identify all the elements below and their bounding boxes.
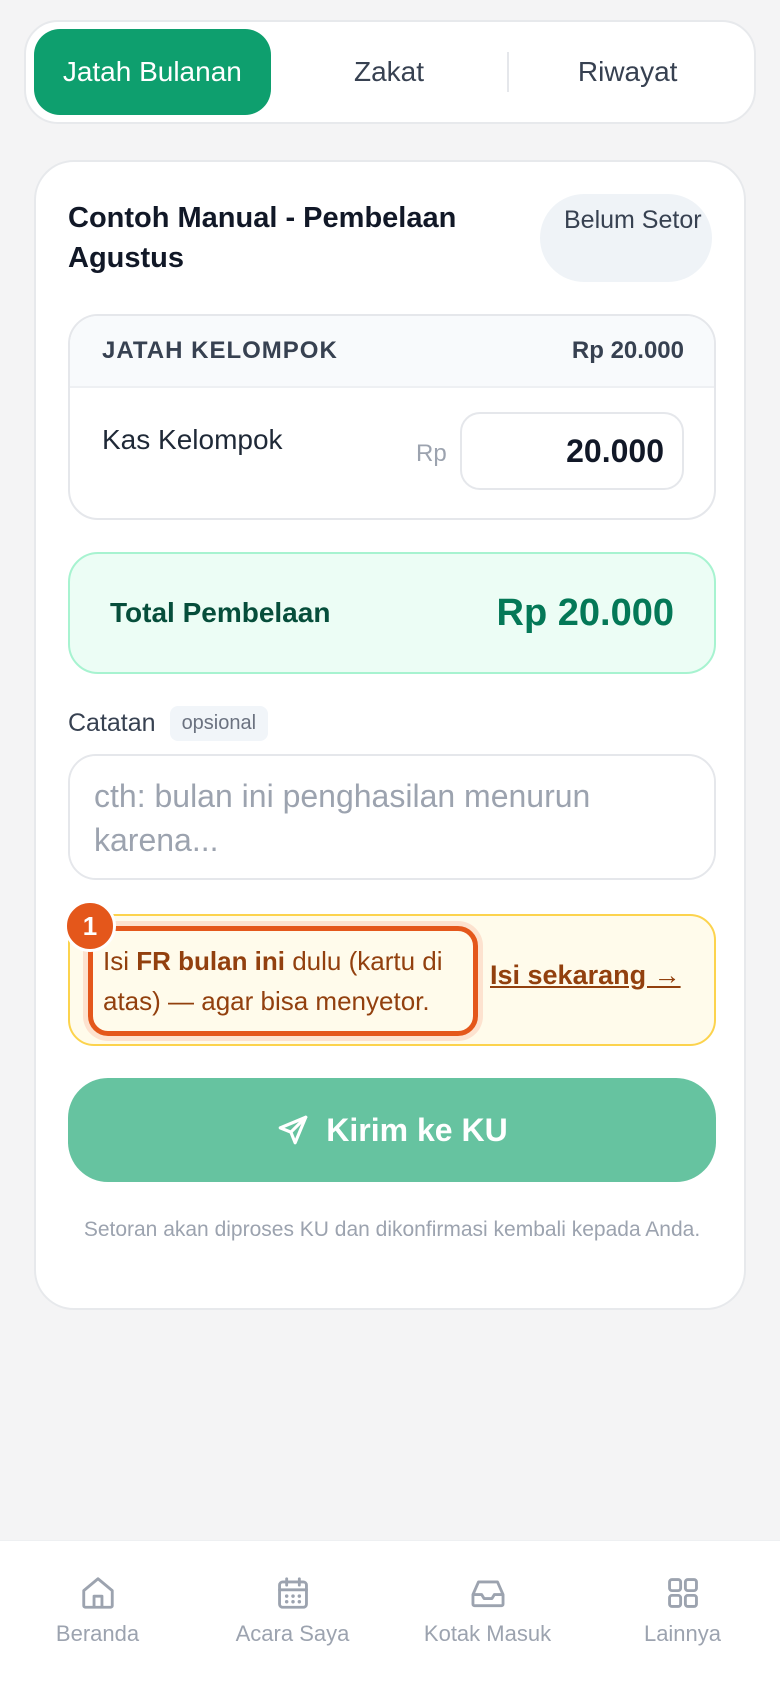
submit-button[interactable]: Kirim ke KU bbox=[68, 1078, 716, 1182]
home-icon bbox=[79, 1571, 117, 1615]
status-badge: Belum Setor bbox=[540, 194, 712, 282]
tab-bar: Jatah Bulanan Zakat Riwayat bbox=[24, 20, 756, 124]
bottom-nav: Beranda Acara Saya Kotak Masuk Lainnya bbox=[0, 1540, 780, 1688]
group-allocation-box: JATAH KELOMPOK Rp 20.000 Kas Kelompok Rp bbox=[68, 314, 716, 520]
send-icon bbox=[276, 1113, 310, 1147]
group-header-title: JATAH KELOMPOK bbox=[102, 337, 338, 364]
tab-zakat[interactable]: Zakat bbox=[271, 29, 508, 115]
footnote: Setoran akan diproses KU dan dikonfirmas… bbox=[83, 1218, 701, 1241]
nav-acara-saya[interactable]: Acara Saya bbox=[195, 1541, 390, 1688]
submit-label: Kirim ke KU bbox=[326, 1111, 508, 1148]
tab-riwayat[interactable]: Riwayat bbox=[509, 29, 746, 115]
warning-text-before: Isi bbox=[103, 946, 137, 976]
optional-tag: opsional bbox=[169, 706, 269, 741]
step-number-badge: 1 bbox=[64, 900, 116, 952]
group-header: JATAH KELOMPOK Rp 20.000 bbox=[70, 316, 714, 388]
tab-jatah-bulanan[interactable]: Jatah Bulanan bbox=[34, 29, 271, 115]
fill-now-link[interactable]: Isi sekarang → bbox=[490, 960, 681, 991]
grid-icon bbox=[664, 1571, 702, 1615]
note-label-row: Catatan opsional bbox=[68, 706, 269, 741]
total-label: Total Pembelaan bbox=[110, 597, 331, 628]
payment-card: Contoh Manual - Pembelaan Agustus Belum … bbox=[34, 160, 746, 1310]
warning-message: Isi FR bulan ini dulu (kartu di atas) — … bbox=[88, 926, 478, 1036]
nav-kotak-masuk[interactable]: Kotak Masuk bbox=[390, 1541, 585, 1688]
group-header-amount: Rp 20.000 bbox=[571, 337, 684, 364]
nav-label: Acara Saya bbox=[235, 1621, 350, 1646]
nav-label: Lainnya bbox=[643, 1621, 722, 1646]
total-box: Total Pembelaan Rp 20.000 bbox=[68, 552, 716, 674]
note-input[interactable] bbox=[68, 754, 716, 880]
nav-lainnya[interactable]: Lainnya bbox=[585, 1541, 780, 1688]
note-label: Catatan bbox=[68, 709, 156, 737]
amount-input[interactable] bbox=[460, 412, 684, 490]
currency-label: Rp bbox=[416, 440, 447, 467]
total-value: Rp 20.000 bbox=[496, 591, 674, 634]
nav-beranda[interactable]: Beranda bbox=[0, 1541, 195, 1688]
row-label: Kas Kelompok bbox=[102, 424, 283, 455]
warning-banner: Isi FR bulan ini dulu (kartu di atas) — … bbox=[64, 900, 716, 1046]
group-row-kas: Kas Kelompok Rp bbox=[70, 388, 714, 518]
inbox-icon bbox=[468, 1571, 508, 1615]
nav-label: Beranda bbox=[55, 1621, 140, 1646]
nav-label: Kotak Masuk bbox=[423, 1621, 552, 1646]
calendar-icon bbox=[274, 1571, 312, 1615]
warning-text-bold: FR bulan ini bbox=[136, 946, 285, 976]
card-title: Contoh Manual - Pembelaan Agustus bbox=[68, 202, 457, 274]
